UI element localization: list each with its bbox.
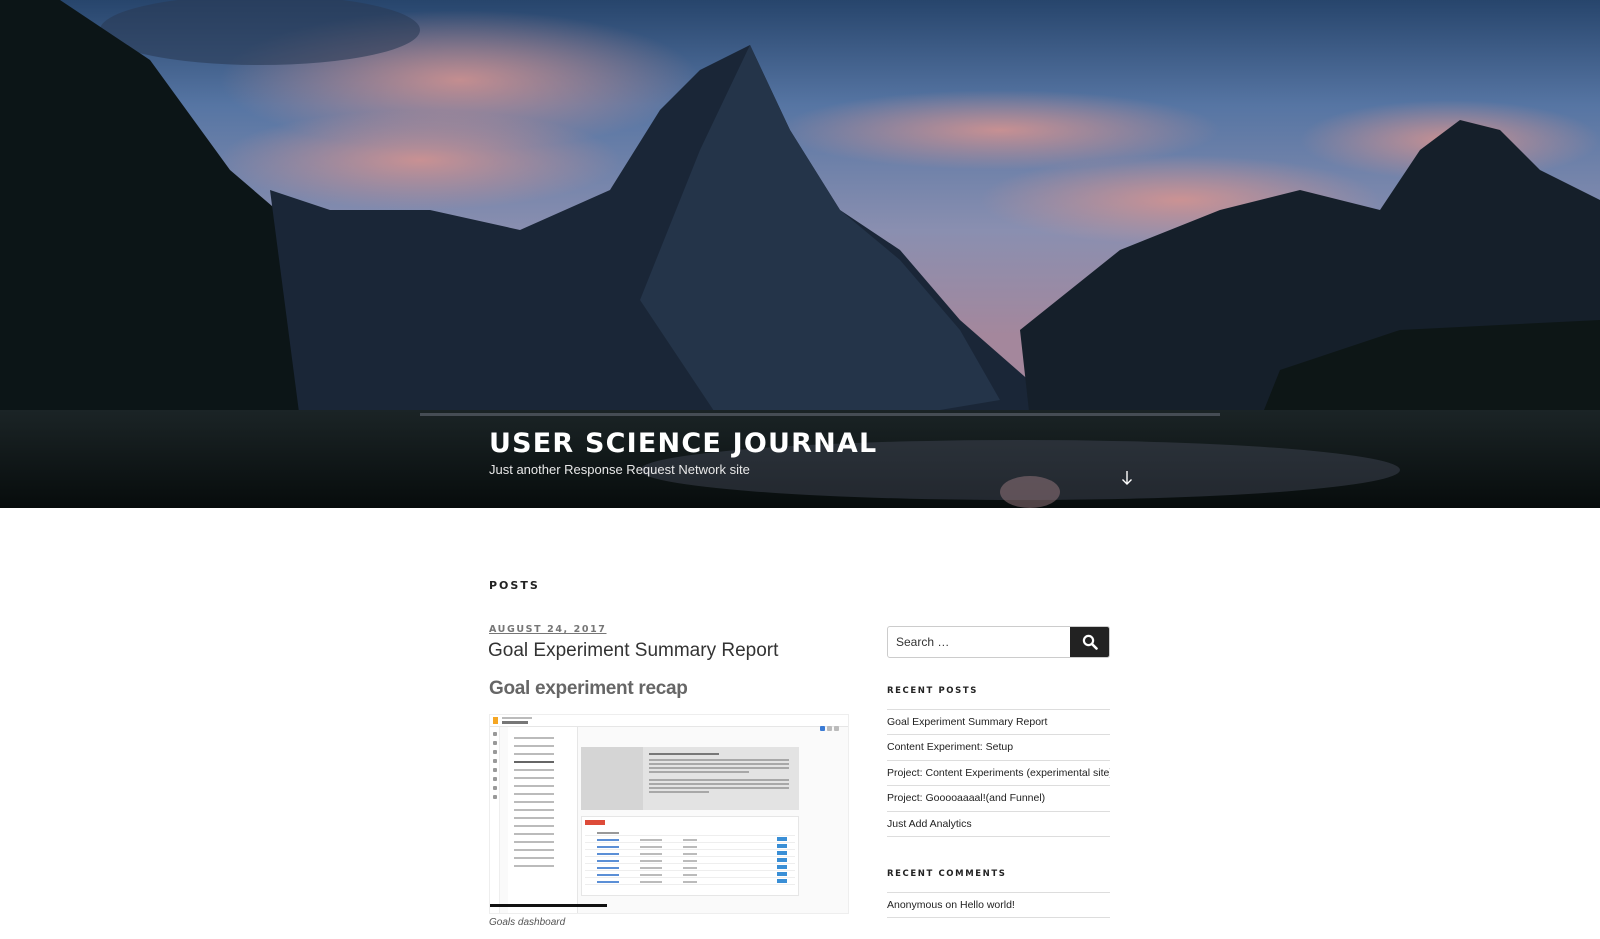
recent-posts-widget: RECENT POSTS Goal Experiment Summary Rep… — [887, 686, 1110, 837]
post-date-link[interactable]: AUGUST 24, 2017 — [489, 624, 607, 635]
screenshot-nav-items — [514, 737, 554, 873]
site-header: USER SCIENCE JOURNAL Just another Respon… — [0, 0, 1600, 508]
post-article: AUGUST 24, 2017 Goal Experiment Summary … — [488, 619, 849, 700]
recent-comments-widget: RECENT COMMENTS Anonymous on Hello world… — [887, 869, 1110, 919]
recent-post-link[interactable]: Project: Content Experiments (experiment… — [887, 767, 1110, 779]
search-icon — [1082, 634, 1098, 650]
recent-post-item: Project: Content Experiments (experiment… — [887, 761, 1110, 787]
recent-post-link[interactable]: Project: Gooooaaaal!(and Funnel) — [887, 792, 1045, 804]
recent-post-link[interactable]: Just Add Analytics — [887, 818, 972, 830]
search-form — [887, 626, 1110, 658]
recent-post-item: Project: Gooooaaaal!(and Funnel) — [887, 786, 1110, 812]
screenshot-iconbar — [490, 727, 500, 913]
screenshot-topbar — [490, 715, 848, 731]
screenshot-goals-table — [581, 816, 799, 896]
post-title-link[interactable]: Goal Experiment Summary Report — [488, 640, 849, 662]
recent-post-link[interactable]: Content Experiment: Setup — [887, 741, 1013, 753]
goals-dashboard-screenshot — [489, 714, 849, 914]
site-description: Just another Response Request Network si… — [489, 462, 750, 477]
comment-post-link[interactable]: Hello world! — [960, 899, 1015, 911]
recent-comments-title: RECENT COMMENTS — [887, 869, 1007, 879]
search-button[interactable] — [1070, 627, 1109, 657]
post-subheading: Goal experiment recap — [489, 678, 688, 699]
recent-post-item: Goal Experiment Summary Report — [887, 710, 1110, 736]
recent-post-item: Just Add Analytics — [887, 812, 1110, 837]
figure-caption: Goals dashboard — [489, 917, 566, 928]
analytics-logo-icon — [493, 717, 498, 724]
recent-post-link[interactable]: Goal Experiment Summary Report — [887, 716, 1047, 728]
recent-posts-title: RECENT POSTS — [887, 686, 978, 696]
screenshot-info-box — [581, 747, 799, 810]
arrow-down-icon — [1122, 471, 1132, 485]
recent-posts-list: Goal Experiment Summary Report Content E… — [887, 709, 1110, 837]
screenshot-progress-bar — [490, 904, 607, 907]
comment-connector: on — [945, 899, 958, 911]
comment-author: Anonymous — [887, 899, 943, 911]
site-title-link[interactable]: USER SCIENCE JOURNAL — [489, 427, 877, 461]
site-branding: USER SCIENCE JOURNAL Just another Respon… — [489, 427, 877, 477]
recent-post-item: Content Experiment: Setup — [887, 735, 1110, 761]
recent-comment-item: Anonymous on Hello world! — [887, 893, 1110, 919]
recent-comments-list: Anonymous on Hello world! — [887, 892, 1110, 919]
post-figure-image[interactable] — [489, 714, 849, 914]
scroll-down-button[interactable] — [1119, 470, 1135, 488]
sidebar: RECENT POSTS Goal Experiment Summary Rep… — [887, 626, 1110, 919]
page-label: POSTS — [489, 579, 540, 592]
